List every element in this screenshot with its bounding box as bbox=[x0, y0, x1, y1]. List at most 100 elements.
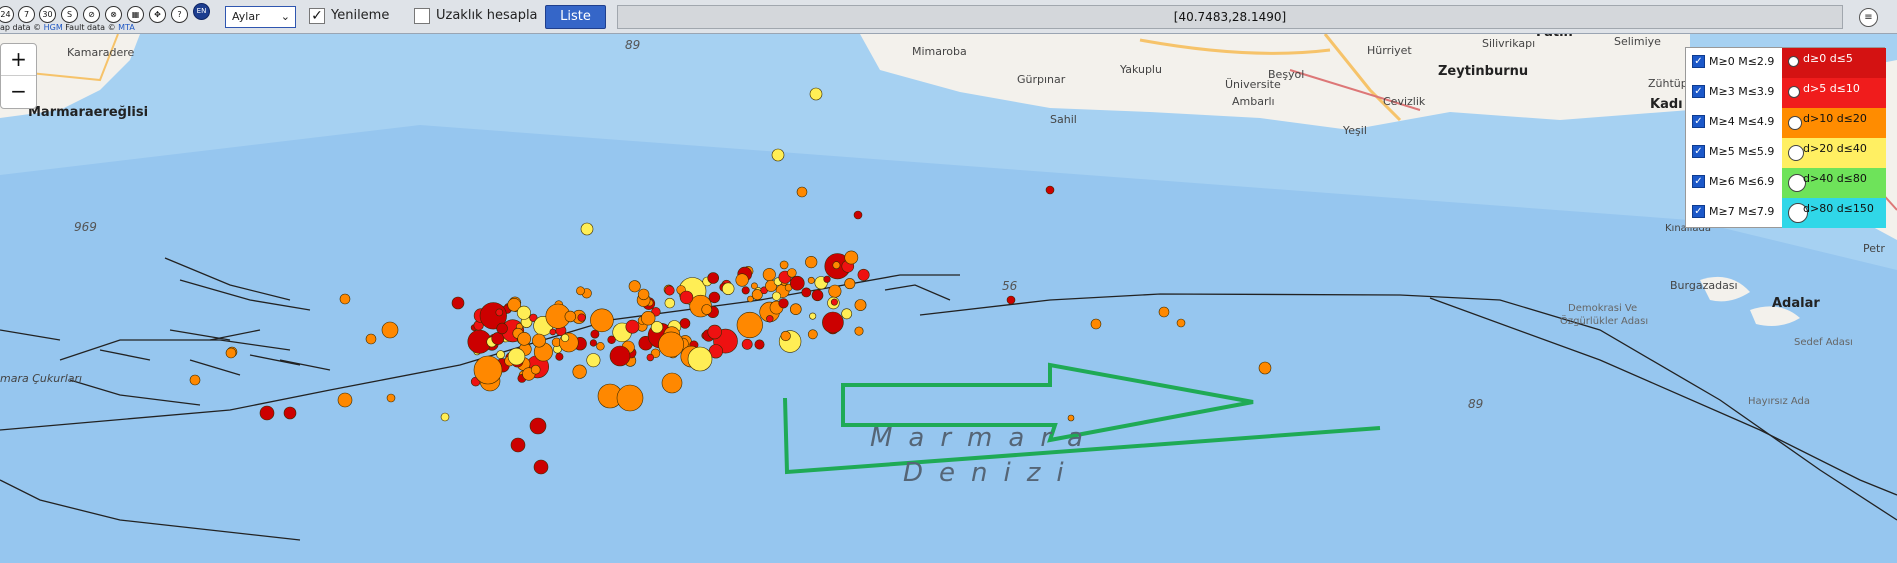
earthquake-marker[interactable] bbox=[564, 310, 576, 323]
earthquake-marker[interactable] bbox=[853, 210, 863, 220]
earthquake-marker[interactable] bbox=[830, 298, 838, 306]
magnitude-checkbox[interactable]: ✓ bbox=[1692, 205, 1705, 218]
earthquake-marker[interactable] bbox=[517, 331, 532, 346]
magnitude-checkbox[interactable]: ✓ bbox=[1692, 145, 1705, 158]
earthquake-marker[interactable] bbox=[823, 275, 831, 283]
earthquake-marker[interactable] bbox=[741, 338, 753, 350]
earthquake-marker[interactable] bbox=[679, 290, 694, 305]
earthquake-marker[interactable] bbox=[189, 374, 201, 386]
earthquake-marker[interactable] bbox=[844, 250, 859, 265]
earthquake-marker[interactable] bbox=[225, 347, 237, 359]
earthquake-marker[interactable] bbox=[496, 322, 508, 335]
earthquake-marker[interactable] bbox=[771, 291, 781, 301]
earthquake-marker[interactable] bbox=[283, 406, 297, 420]
earthquake-marker[interactable] bbox=[1158, 306, 1170, 318]
earthquake-marker[interactable] bbox=[787, 268, 797, 278]
earthquake-marker[interactable] bbox=[337, 392, 353, 408]
earthquake-marker[interactable] bbox=[1176, 318, 1186, 328]
earthquake-marker[interactable] bbox=[736, 311, 763, 339]
earthquake-marker[interactable] bbox=[661, 372, 683, 394]
no-layer-icon[interactable]: ⊗ bbox=[105, 6, 122, 23]
attribution-hgm-link[interactable]: HGM bbox=[44, 23, 63, 32]
earthquake-marker[interactable] bbox=[555, 352, 564, 361]
earthquake-marker[interactable] bbox=[778, 298, 789, 309]
earthquake-marker[interactable] bbox=[1090, 318, 1102, 330]
earthquake-marker[interactable] bbox=[658, 331, 685, 358]
earthquake-marker[interactable] bbox=[807, 276, 815, 284]
earthquake-marker[interactable] bbox=[708, 291, 721, 304]
earthquake-marker[interactable] bbox=[572, 364, 587, 379]
zoom-in-button[interactable]: + bbox=[1, 44, 36, 76]
earthquake-marker[interactable] bbox=[339, 293, 351, 305]
earthquake-marker[interactable] bbox=[707, 272, 720, 284]
earthquake-marker[interactable] bbox=[381, 321, 399, 339]
magnitude-checkbox[interactable]: ✓ bbox=[1692, 115, 1705, 128]
earthquake-marker[interactable] bbox=[616, 384, 644, 412]
earthquake-marker[interactable] bbox=[854, 299, 867, 311]
earthquake-marker[interactable] bbox=[1067, 414, 1075, 422]
earthquake-marker[interactable] bbox=[549, 328, 557, 336]
earthquake-marker[interactable] bbox=[580, 222, 594, 236]
distance-checkbox[interactable] bbox=[414, 8, 430, 24]
earthquake-marker[interactable] bbox=[589, 339, 598, 347]
earthquake-marker[interactable] bbox=[451, 296, 465, 310]
earthquake-marker[interactable] bbox=[687, 346, 713, 372]
earthquake-marker[interactable] bbox=[507, 347, 526, 366]
earthquake-marker[interactable] bbox=[259, 405, 275, 421]
7day-icon[interactable]: 7 bbox=[18, 6, 35, 23]
earthquake-marker[interactable] bbox=[533, 459, 549, 475]
earthquake-marker[interactable] bbox=[1258, 361, 1272, 375]
earthquake-marker[interactable] bbox=[801, 287, 812, 298]
earthquake-marker[interactable] bbox=[386, 393, 396, 403]
earthquake-marker[interactable] bbox=[473, 355, 503, 385]
earthquake-marker[interactable] bbox=[766, 315, 774, 323]
menu-icon[interactable]: ≡ bbox=[1859, 8, 1878, 27]
magnitude-checkbox[interactable]: ✓ bbox=[1692, 55, 1705, 68]
earthquake-marker[interactable] bbox=[577, 313, 586, 322]
earthquake-marker[interactable] bbox=[780, 330, 791, 342]
earthquake-marker[interactable] bbox=[832, 261, 841, 270]
earthquake-marker[interactable] bbox=[625, 319, 640, 334]
earthquake-marker[interactable] bbox=[822, 311, 844, 334]
earthquake-marker[interactable] bbox=[841, 308, 853, 320]
zoom-out-button[interactable]: − bbox=[1, 76, 36, 107]
earthquake-marker[interactable] bbox=[741, 286, 750, 295]
earthquake-marker[interactable] bbox=[679, 318, 691, 329]
earthquake-marker[interactable] bbox=[721, 282, 735, 295]
earthquake-marker[interactable] bbox=[576, 286, 585, 296]
earthquake-marker[interactable] bbox=[707, 324, 722, 340]
earthquake-marker[interactable] bbox=[628, 280, 641, 293]
earthquake-marker[interactable] bbox=[701, 304, 713, 315]
30day-icon[interactable]: 30 bbox=[39, 6, 56, 23]
s-icon[interactable]: S bbox=[61, 6, 78, 23]
earthquake-marker[interactable] bbox=[809, 87, 823, 101]
earthquake-marker[interactable] bbox=[532, 333, 546, 348]
earthquake-marker[interactable] bbox=[590, 308, 614, 333]
earthquake-marker[interactable] bbox=[495, 308, 504, 317]
earthquake-marker[interactable] bbox=[440, 412, 450, 422]
earthquake-marker[interactable] bbox=[516, 305, 531, 320]
earthquake-marker[interactable] bbox=[762, 268, 776, 282]
earthquake-marker[interactable] bbox=[779, 260, 789, 270]
magnitude-checkbox[interactable]: ✓ bbox=[1692, 85, 1705, 98]
crosshair-icon[interactable]: ✥ bbox=[149, 6, 166, 23]
earthquake-marker[interactable] bbox=[809, 312, 817, 320]
earthquake-marker[interactable] bbox=[857, 268, 870, 281]
earthquake-marker[interactable] bbox=[1006, 295, 1016, 305]
earthquake-marker[interactable] bbox=[664, 297, 675, 309]
refresh-checkbox[interactable]: ✓ bbox=[309, 8, 325, 24]
fault-toggle-icon[interactable]: ⊘ bbox=[83, 6, 100, 23]
magnitude-checkbox[interactable]: ✓ bbox=[1692, 175, 1705, 188]
list-button[interactable]: Liste bbox=[545, 5, 606, 29]
earthquake-marker[interactable] bbox=[510, 437, 526, 453]
earthquake-marker[interactable] bbox=[854, 326, 864, 336]
24h-icon[interactable]: 24 bbox=[0, 6, 14, 23]
earthquake-marker[interactable] bbox=[365, 333, 377, 345]
magnitude-filter-row[interactable]: ✓ M≥7 M≤7.9 bbox=[1686, 198, 1782, 228]
earthquake-marker[interactable] bbox=[586, 353, 601, 368]
earthquake-marker[interactable] bbox=[646, 353, 654, 362]
earthquake-marker[interactable] bbox=[530, 364, 541, 375]
earthquake-marker[interactable] bbox=[805, 256, 818, 269]
earthquake-marker[interactable] bbox=[496, 350, 505, 359]
earthquake-marker[interactable] bbox=[596, 342, 605, 351]
